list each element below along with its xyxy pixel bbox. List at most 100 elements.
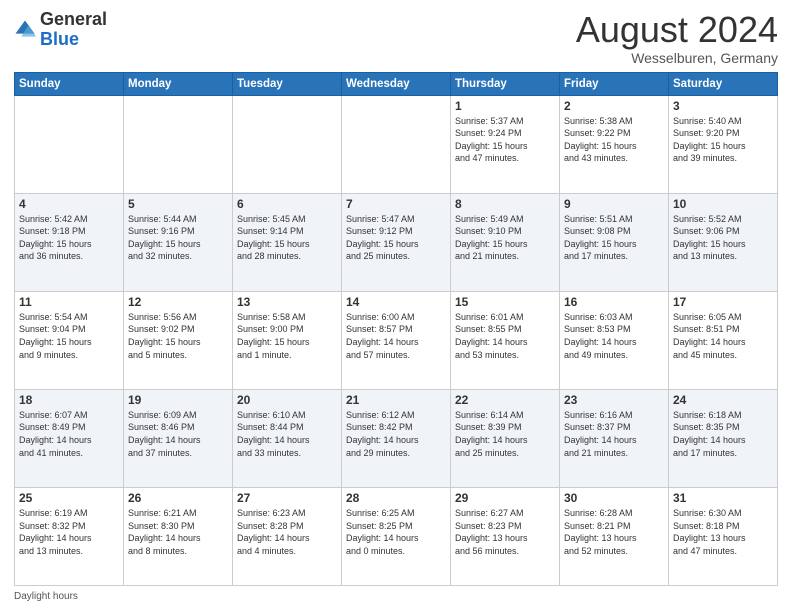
day-number: 5: [128, 197, 228, 211]
day-number: 20: [237, 393, 337, 407]
day-number: 16: [564, 295, 664, 309]
calendar-week-row: 4Sunrise: 5:42 AM Sunset: 9:18 PM Daylig…: [15, 193, 778, 291]
day-number: 26: [128, 491, 228, 505]
day-info: Sunrise: 5:58 AM Sunset: 9:00 PM Dayligh…: [237, 311, 337, 361]
day-info: Sunrise: 6:14 AM Sunset: 8:39 PM Dayligh…: [455, 409, 555, 459]
day-number: 11: [19, 295, 119, 309]
day-number: 18: [19, 393, 119, 407]
day-info: Sunrise: 5:56 AM Sunset: 9:02 PM Dayligh…: [128, 311, 228, 361]
calendar-day-cell: 1 Sunrise: 5:37 AM Sunset: 9:24 PM Daylig…: [451, 95, 560, 193]
calendar-day-header: Wednesday: [342, 72, 451, 95]
calendar-day-cell: 24 Sunrise: 6:18 AM Sunset: 8:35 PM Dayli…: [669, 389, 778, 487]
day-info: Sunrise: 5:44 AM Sunset: 9:16 PM Dayligh…: [128, 213, 228, 263]
day-info: Sunrise: 6:19 AM Sunset: 8:32 PM Dayligh…: [19, 507, 119, 557]
calendar-day-cell: 9 Sunrise: 5:51 AM Sunset: 9:08 PM Daylig…: [560, 193, 669, 291]
calendar-day-header: Sunday: [15, 72, 124, 95]
calendar-week-row: 1 Sunrise: 5:37 AM Sunset: 9:24 PM Daylig…: [15, 95, 778, 193]
logo-general: General: [40, 9, 107, 29]
calendar-day-cell: [233, 95, 342, 193]
day-info: Sunrise: 5:37 AM Sunset: 9:24 PM Dayligh…: [455, 115, 555, 165]
calendar-day-cell: 14Sunrise: 6:00 AM Sunset: 8:57 PM Dayli…: [342, 291, 451, 389]
day-number: 9: [564, 197, 664, 211]
day-info: Sunrise: 5:51 AM Sunset: 9:08 PM Dayligh…: [564, 213, 664, 263]
calendar-day-cell: 5 Sunrise: 5:44 AM Sunset: 9:16 PM Daylig…: [124, 193, 233, 291]
calendar-day-cell: 8 Sunrise: 5:49 AM Sunset: 9:10 PM Daylig…: [451, 193, 560, 291]
calendar-day-cell: 21Sunrise: 6:12 AM Sunset: 8:42 PM Dayli…: [342, 389, 451, 487]
calendar-day-cell: 30Sunrise: 6:28 AM Sunset: 8:21 PM Dayli…: [560, 487, 669, 585]
day-info: Sunrise: 6:09 AM Sunset: 8:46 PM Dayligh…: [128, 409, 228, 459]
day-number: 25: [19, 491, 119, 505]
calendar-day-cell: 27 Sunrise: 6:23 AM Sunset: 8:28 PM Dayli…: [233, 487, 342, 585]
calendar-day-cell: 15 Sunrise: 6:01 AM Sunset: 8:55 PM Dayli…: [451, 291, 560, 389]
logo-blue: Blue: [40, 29, 79, 49]
day-number: 23: [564, 393, 664, 407]
calendar-day-cell: 26Sunrise: 6:21 AM Sunset: 8:30 PM Dayli…: [124, 487, 233, 585]
calendar-day-cell: [15, 95, 124, 193]
calendar-day-cell: 16 Sunrise: 6:03 AM Sunset: 8:53 PM Dayli…: [560, 291, 669, 389]
calendar-day-cell: 4Sunrise: 5:42 AM Sunset: 9:18 PM Daylig…: [15, 193, 124, 291]
location: Wesselburen, Germany: [576, 50, 778, 66]
day-info: Sunrise: 5:38 AM Sunset: 9:22 PM Dayligh…: [564, 115, 664, 165]
calendar-day-cell: 17 Sunrise: 6:05 AM Sunset: 8:51 PM Dayli…: [669, 291, 778, 389]
calendar: SundayMondayTuesdayWednesdayThursdayFrid…: [14, 72, 778, 586]
calendar-week-row: 25 Sunrise: 6:19 AM Sunset: 8:32 PM Dayli…: [15, 487, 778, 585]
calendar-day-cell: 25 Sunrise: 6:19 AM Sunset: 8:32 PM Dayli…: [15, 487, 124, 585]
day-number: 30: [564, 491, 664, 505]
day-number: 19: [128, 393, 228, 407]
day-info: Sunrise: 6:03 AM Sunset: 8:53 PM Dayligh…: [564, 311, 664, 361]
day-info: Sunrise: 6:01 AM Sunset: 8:55 PM Dayligh…: [455, 311, 555, 361]
day-number: 31: [673, 491, 773, 505]
day-number: 10: [673, 197, 773, 211]
day-info: Sunrise: 5:45 AM Sunset: 9:14 PM Dayligh…: [237, 213, 337, 263]
logo-text: General Blue: [40, 10, 107, 50]
title-block: August 2024 Wesselburen, Germany: [576, 10, 778, 66]
day-number: 22: [455, 393, 555, 407]
calendar-day-header: Monday: [124, 72, 233, 95]
day-number: 1: [455, 99, 555, 113]
calendar-day-cell: 3Sunrise: 5:40 AM Sunset: 9:20 PM Daylig…: [669, 95, 778, 193]
day-info: Sunrise: 6:10 AM Sunset: 8:44 PM Dayligh…: [237, 409, 337, 459]
calendar-day-cell: 29 Sunrise: 6:27 AM Sunset: 8:23 PM Dayli…: [451, 487, 560, 585]
day-info: Sunrise: 6:16 AM Sunset: 8:37 PM Dayligh…: [564, 409, 664, 459]
day-number: 14: [346, 295, 446, 309]
calendar-day-cell: 31Sunrise: 6:30 AM Sunset: 8:18 PM Dayli…: [669, 487, 778, 585]
calendar-day-cell: 11 Sunrise: 5:54 AM Sunset: 9:04 PM Dayli…: [15, 291, 124, 389]
footer: Daylight hours: [14, 591, 778, 602]
calendar-day-cell: 13Sunrise: 5:58 AM Sunset: 9:00 PM Dayli…: [233, 291, 342, 389]
day-number: 8: [455, 197, 555, 211]
calendar-day-cell: [342, 95, 451, 193]
day-info: Sunrise: 5:49 AM Sunset: 9:10 PM Dayligh…: [455, 213, 555, 263]
day-info: Sunrise: 6:23 AM Sunset: 8:28 PM Dayligh…: [237, 507, 337, 557]
calendar-day-cell: [124, 95, 233, 193]
day-info: Sunrise: 5:47 AM Sunset: 9:12 PM Dayligh…: [346, 213, 446, 263]
day-number: 27: [237, 491, 337, 505]
day-info: Sunrise: 6:05 AM Sunset: 8:51 PM Dayligh…: [673, 311, 773, 361]
day-number: 17: [673, 295, 773, 309]
day-number: 21: [346, 393, 446, 407]
calendar-day-cell: 28Sunrise: 6:25 AM Sunset: 8:25 PM Dayli…: [342, 487, 451, 585]
day-number: 4: [19, 197, 119, 211]
calendar-day-cell: 2Sunrise: 5:38 AM Sunset: 9:22 PM Daylig…: [560, 95, 669, 193]
calendar-day-header: Thursday: [451, 72, 560, 95]
day-info: Sunrise: 6:18 AM Sunset: 8:35 PM Dayligh…: [673, 409, 773, 459]
calendar-day-header: Tuesday: [233, 72, 342, 95]
calendar-day-cell: 19 Sunrise: 6:09 AM Sunset: 8:46 PM Dayli…: [124, 389, 233, 487]
logo: General Blue: [14, 10, 107, 50]
calendar-header-row: SundayMondayTuesdayWednesdayThursdayFrid…: [15, 72, 778, 95]
day-info: Sunrise: 5:54 AM Sunset: 9:04 PM Dayligh…: [19, 311, 119, 361]
calendar-day-cell: 10 Sunrise: 5:52 AM Sunset: 9:06 PM Dayli…: [669, 193, 778, 291]
day-info: Sunrise: 6:27 AM Sunset: 8:23 PM Dayligh…: [455, 507, 555, 557]
calendar-day-cell: 22 Sunrise: 6:14 AM Sunset: 8:39 PM Dayli…: [451, 389, 560, 487]
calendar-day-cell: 23 Sunrise: 6:16 AM Sunset: 8:37 PM Dayli…: [560, 389, 669, 487]
day-info: Sunrise: 5:52 AM Sunset: 9:06 PM Dayligh…: [673, 213, 773, 263]
calendar-week-row: 11 Sunrise: 5:54 AM Sunset: 9:04 PM Dayli…: [15, 291, 778, 389]
day-number: 7: [346, 197, 446, 211]
page: General Blue August 2024 Wesselburen, Ge…: [0, 0, 792, 612]
header: General Blue August 2024 Wesselburen, Ge…: [14, 10, 778, 66]
day-number: 24: [673, 393, 773, 407]
day-number: 29: [455, 491, 555, 505]
calendar-day-cell: 12Sunrise: 5:56 AM Sunset: 9:02 PM Dayli…: [124, 291, 233, 389]
day-number: 15: [455, 295, 555, 309]
month-title: August 2024: [576, 10, 778, 50]
day-number: 3: [673, 99, 773, 113]
